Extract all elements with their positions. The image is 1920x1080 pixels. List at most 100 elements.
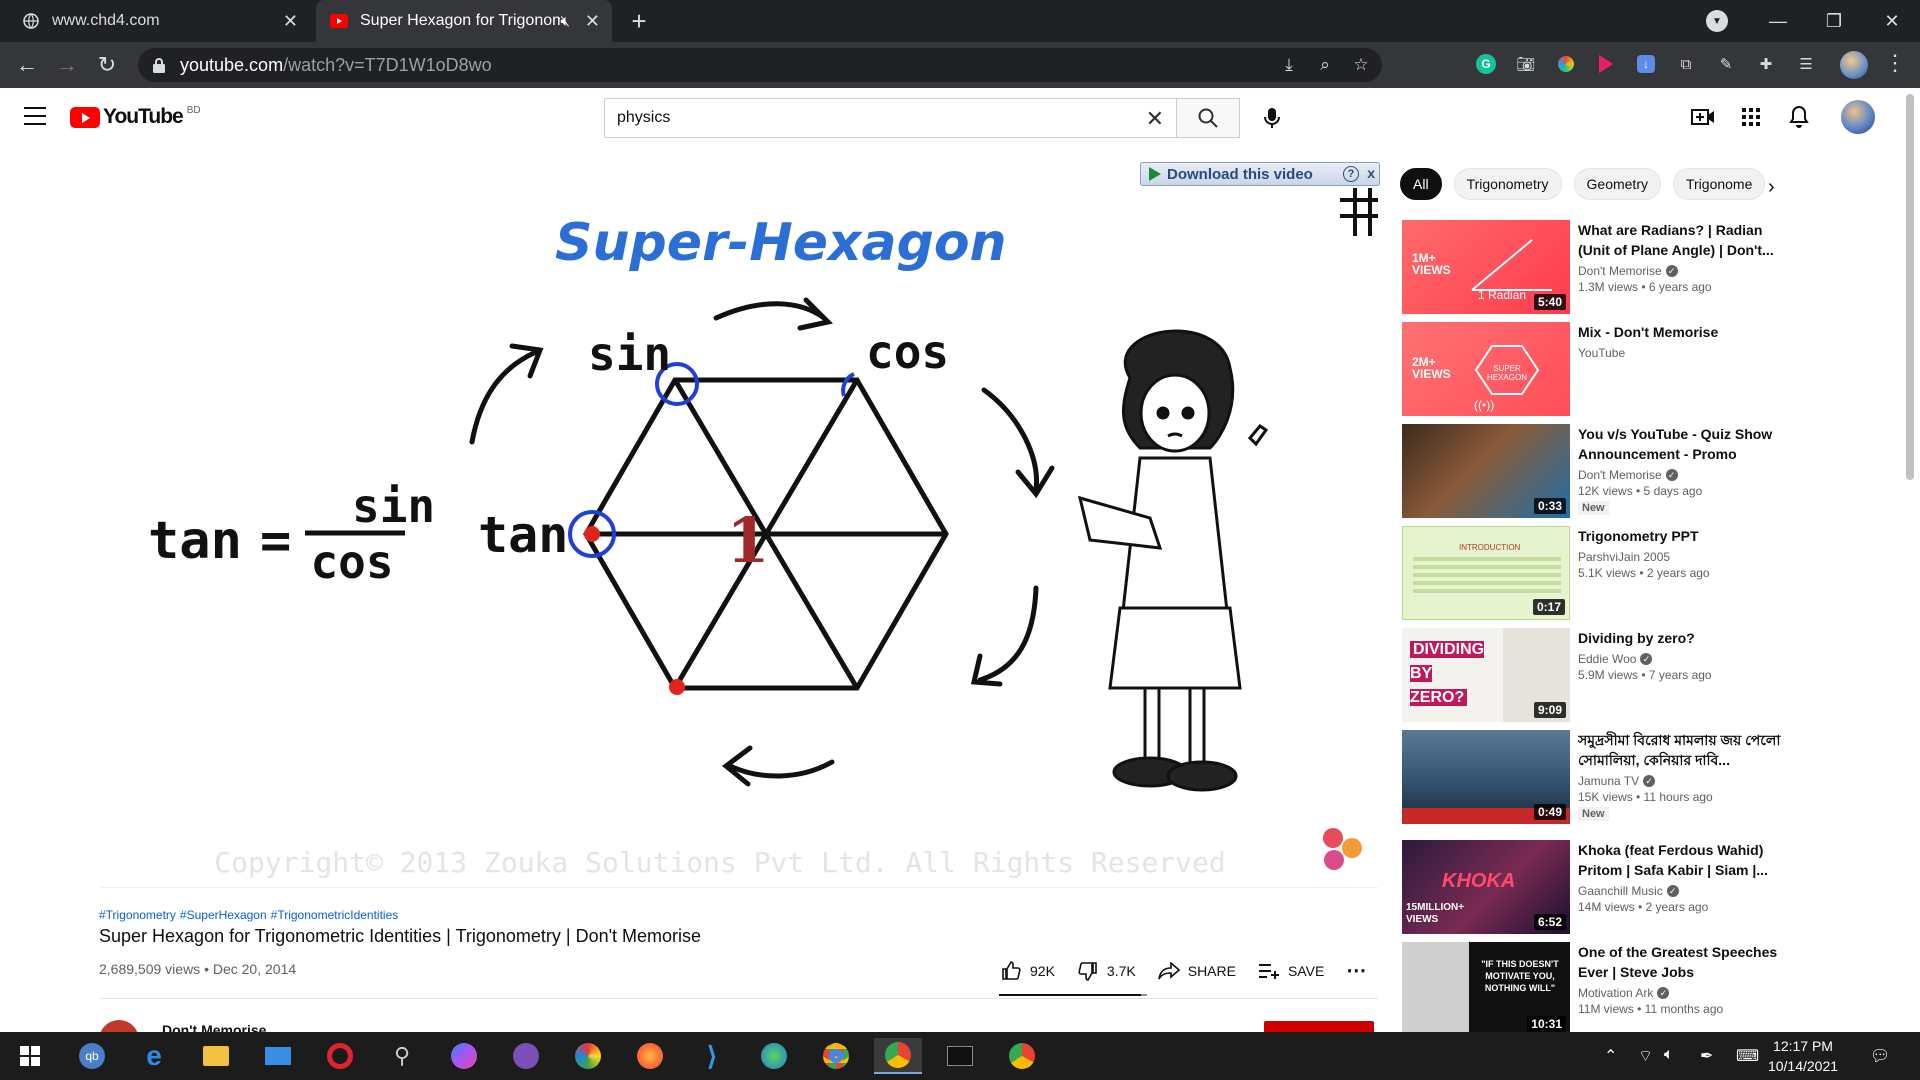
dislike-button[interactable]: 3.7K	[1077, 960, 1136, 982]
pen-extension-icon[interactable]: ✎	[1714, 50, 1738, 78]
video-thumbnail[interactable]: 2M+ VIEWS SUPER HEXAGON ((•))	[1402, 322, 1570, 416]
back-icon[interactable]: ←	[12, 50, 42, 80]
rec-title[interactable]: সমুদ্রসীমা বিরোধ মামলায় জয় পেলো সোমালি…	[1578, 730, 1788, 770]
keyboard-icon[interactable]: ⌨	[1736, 1046, 1759, 1066]
help-icon[interactable]: ?	[1343, 166, 1359, 182]
list-item[interactable]: 0:33 You v/s YouTube - Quiz Show Announc…	[1402, 424, 1802, 518]
qbittorrent-icon[interactable]: qb	[68, 1038, 116, 1074]
browser-tab[interactable]: www.chd4.com ✕	[8, 0, 310, 42]
browser-profile-avatar[interactable]	[1840, 51, 1868, 79]
save-button[interactable]: SAVE	[1258, 960, 1324, 982]
rec-channel[interactable]: Motivation Ark	[1578, 986, 1653, 1000]
video-thumbnail[interactable]: "IF THIS DOESN'T MOTIVATE YOU, NOTHING W…	[1402, 942, 1570, 1036]
video-player[interactable]: Super-Hexagon sin cos tan 1 tan = sin co…	[100, 168, 1378, 888]
camera-extension-icon[interactable]: 📷︎	[1514, 50, 1538, 78]
video-thumbnail[interactable]: 1M+ VIEWS 1 Radian 5:40	[1402, 220, 1570, 314]
chevron-right-icon[interactable]: ›	[1768, 176, 1775, 199]
address-bar[interactable]: youtube.com/watch?v=T7D1W1oD8wo ⤓ ⌕ ☆	[138, 48, 1382, 82]
page-scrollbar[interactable]	[1906, 94, 1914, 480]
edge-legacy-icon[interactable]: e	[130, 1038, 178, 1074]
menu-icon[interactable]	[24, 107, 46, 125]
reload-icon[interactable]: ↻	[92, 50, 122, 80]
messenger-icon[interactable]	[440, 1038, 488, 1074]
notification-center-icon[interactable]: 💬︎	[1870, 1046, 1890, 1066]
zoom-icon[interactable]: ⌕	[1314, 54, 1336, 76]
clear-search-icon[interactable]: ✕	[1146, 108, 1164, 130]
github-desktop-icon[interactable]	[502, 1038, 550, 1074]
apps-grid-icon[interactable]	[1738, 104, 1764, 130]
rec-channel[interactable]: Don't Memorise	[1578, 468, 1662, 482]
tray-chevron-icon[interactable]: ⌃	[1604, 1046, 1617, 1066]
list-item[interactable]: 1M+ VIEWS 1 Radian 5:40 What are Radians…	[1402, 220, 1802, 314]
rec-title[interactable]: You v/s YouTube - Quiz Show Announcement…	[1578, 424, 1788, 464]
search-input[interactable]	[617, 109, 1117, 127]
rec-channel[interactable]: ParshviJain 2005	[1578, 550, 1670, 564]
video-thumbnail[interactable]: INTRODUCTION 0:17	[1402, 526, 1570, 620]
rec-channel[interactable]: Jamuna TV	[1578, 774, 1639, 788]
chip-trigonometry[interactable]: Trigonometry	[1453, 168, 1562, 200]
new-tab-button[interactable]: +	[624, 6, 654, 36]
create-video-icon[interactable]	[1690, 104, 1716, 130]
media-extension-icon[interactable]	[1594, 50, 1618, 78]
tab-search-icon[interactable]: ▼	[1706, 10, 1728, 32]
video-thumbnail[interactable]: DIVIDING BY ZERO? 9:09	[1402, 628, 1570, 722]
minimize-icon[interactable]: —	[1748, 0, 1808, 42]
list-item[interactable]: "IF THIS DOESN'T MOTIVATE YOU, NOTHING W…	[1402, 942, 1802, 1036]
chip-trigonometry-more[interactable]: Trigonome	[1672, 168, 1765, 200]
list-item[interactable]: 2M+ VIEWS SUPER HEXAGON ((•)) Mix - Don'…	[1402, 322, 1802, 416]
chip-all[interactable]: All	[1400, 168, 1442, 200]
rec-title[interactable]: Trigonometry PPT	[1578, 526, 1788, 546]
share-button[interactable]: SHARE	[1157, 960, 1236, 982]
hashtag-link[interactable]: #Trigonometry	[99, 908, 176, 922]
download-extension-icon[interactable]: ↓	[1634, 50, 1658, 78]
volume-icon[interactable]: 🔈︎	[1664, 1046, 1674, 1064]
account-avatar[interactable]	[1841, 100, 1875, 134]
chip-geometry[interactable]: Geometry	[1573, 168, 1661, 200]
bookmark-star-icon[interactable]: ☆	[1350, 54, 1372, 76]
download-video-bar[interactable]: Download this video ? x	[1140, 162, 1380, 186]
close-tab-icon[interactable]: ✕	[585, 11, 600, 32]
voice-search-button[interactable]	[1252, 98, 1292, 138]
close-tab-icon[interactable]: ✕	[283, 11, 298, 32]
notifications-bell-icon[interactable]	[1786, 104, 1812, 130]
reading-list-icon[interactable]: ☰	[1794, 50, 1818, 78]
pen-icon[interactable]: ✒	[1700, 1046, 1713, 1066]
rec-channel[interactable]: Eddie Woo	[1578, 652, 1636, 666]
rec-channel[interactable]: Gaanchill Music	[1578, 884, 1663, 898]
firefox-icon[interactable]	[626, 1038, 674, 1074]
browser-tab-active[interactable]: Super Hexagon for Trigonom 🔇︎ ✕	[316, 0, 612, 42]
rec-channel[interactable]: Don't Memorise	[1578, 264, 1662, 278]
install-app-icon[interactable]: ⤓	[1278, 54, 1300, 76]
rec-title[interactable]: Mix - Don't Memorise	[1578, 322, 1788, 342]
tab-extension-icon[interactable]: ⧉	[1674, 50, 1698, 78]
video-thumbnail[interactable]: 0:33	[1402, 424, 1570, 518]
satellite-app-icon[interactable]: ⚲	[378, 1038, 426, 1074]
system-clock[interactable]: 12:17 PM 10/14/2021	[1758, 1036, 1848, 1076]
terminal-icon[interactable]	[936, 1038, 984, 1074]
browser-menu-icon[interactable]: ⋮	[1884, 50, 1906, 76]
close-icon[interactable]: x	[1367, 165, 1375, 181]
chrome-active-icon[interactable]	[874, 1038, 922, 1074]
hashtag-link[interactable]: #SuperHexagon	[180, 908, 267, 922]
more-actions-icon[interactable]: ⋯	[1346, 958, 1366, 983]
list-item[interactable]: DIVIDING BY ZERO? 9:09 Dividing by zero?…	[1402, 628, 1802, 722]
colorful-extension-icon[interactable]	[1554, 50, 1578, 78]
youtube-logo[interactable]: YouTube BD	[70, 105, 201, 129]
rec-title[interactable]: What are Radians? | Radian (Unit of Plan…	[1578, 220, 1788, 260]
rec-channel[interactable]: YouTube	[1578, 346, 1625, 360]
list-item[interactable]: KHOKA 15MILLION+ VIEWS 6:52 Khoka (feat …	[1402, 840, 1802, 934]
grammarly-extension-icon[interactable]: G	[1474, 50, 1498, 78]
mail-icon[interactable]	[254, 1038, 302, 1074]
rec-title[interactable]: Dividing by zero?	[1578, 628, 1788, 648]
list-item[interactable]: 0:49 সমুদ্রসীমা বিরোধ মামলায় জয় পেলো স…	[1402, 730, 1802, 824]
windows-start-icon[interactable]	[6, 1038, 54, 1074]
chrome-profile-icon[interactable]	[998, 1038, 1046, 1074]
file-explorer-icon[interactable]	[192, 1038, 240, 1074]
paint-icon[interactable]	[564, 1038, 612, 1074]
globe-app-icon[interactable]	[750, 1038, 798, 1074]
rec-title[interactable]: One of the Greatest Speeches Ever | Stev…	[1578, 942, 1788, 982]
opera-icon[interactable]	[316, 1038, 364, 1074]
forward-icon[interactable]: →	[52, 50, 82, 80]
video-thumbnail[interactable]: 0:49	[1402, 730, 1570, 824]
vscode-icon[interactable]: ⟩	[688, 1038, 736, 1074]
